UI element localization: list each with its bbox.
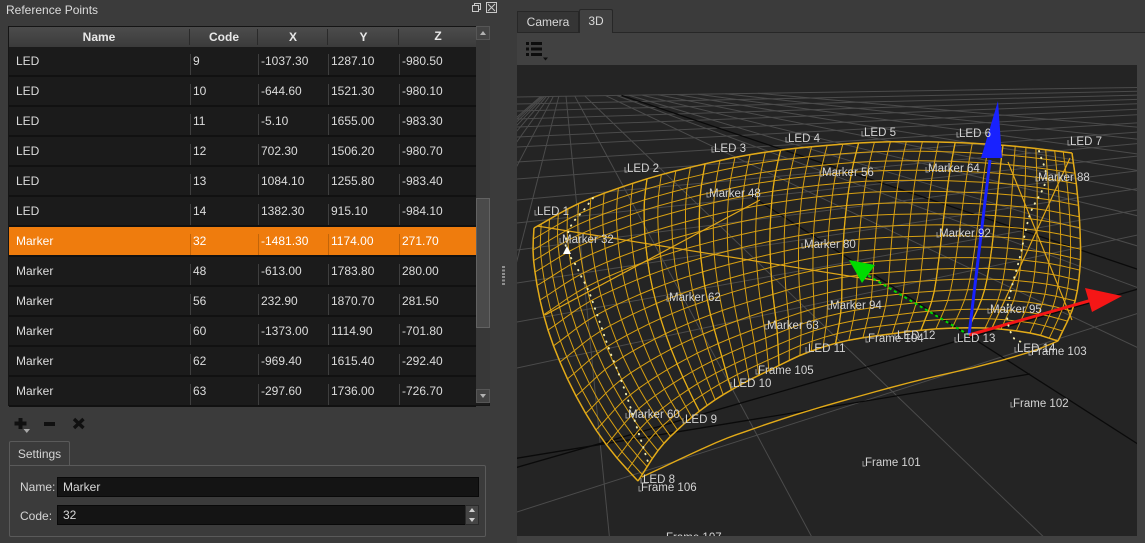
svg-text:LED 5: LED 5 <box>864 127 896 139</box>
svg-text:Marker 88: Marker 88 <box>1038 172 1090 184</box>
svg-text:Frame 107: Frame 107 <box>666 532 722 536</box>
svg-text:Marker 92: Marker 92 <box>939 228 991 240</box>
svg-text:LED 12: LED 12 <box>897 330 935 342</box>
svg-text:Frame 103: Frame 103 <box>1031 346 1087 358</box>
svg-text:LED 1: LED 1 <box>537 206 569 218</box>
svg-text:Marker 62: Marker 62 <box>669 292 721 304</box>
svg-text:LED 11: LED 11 <box>808 343 846 355</box>
svg-text:Frame 101: Frame 101 <box>865 457 921 469</box>
svg-text:Marker 63: Marker 63 <box>767 320 819 332</box>
svg-text:LED 10: LED 10 <box>733 378 771 390</box>
svg-text:Marker 94: Marker 94 <box>830 300 882 312</box>
svg-text:Marker 64: Marker 64 <box>928 163 980 175</box>
svg-text:Marker 32: Marker 32 <box>562 234 614 246</box>
svg-text:LED 6: LED 6 <box>959 128 991 140</box>
svg-text:LED 13: LED 13 <box>957 333 995 345</box>
svg-text:Marker 48: Marker 48 <box>709 188 761 200</box>
svg-text:Marker 56: Marker 56 <box>822 167 874 179</box>
svg-text:Frame 102: Frame 102 <box>1013 398 1069 410</box>
svg-text:LED 3: LED 3 <box>714 143 746 155</box>
svg-text:LED 2: LED 2 <box>627 163 659 175</box>
svg-text:Marker 80: Marker 80 <box>804 239 856 251</box>
svg-text:Frame 105: Frame 105 <box>758 365 814 377</box>
svg-text:Frame 106: Frame 106 <box>641 482 697 494</box>
svg-text:Marker 60: Marker 60 <box>628 409 680 421</box>
svg-text:LED 4: LED 4 <box>788 133 821 145</box>
svg-text:LED 7: LED 7 <box>1070 136 1102 148</box>
svg-text:LED 9: LED 9 <box>685 414 717 426</box>
svg-text:Marker 95: Marker 95 <box>990 304 1042 316</box>
